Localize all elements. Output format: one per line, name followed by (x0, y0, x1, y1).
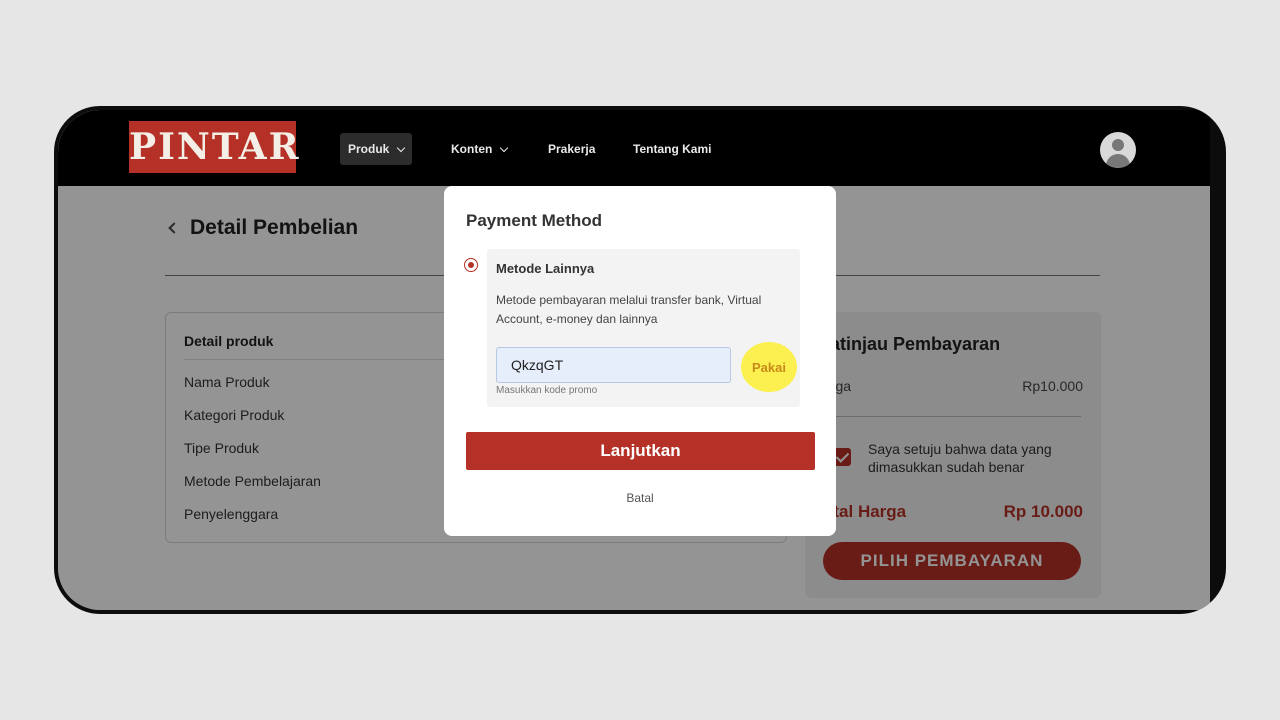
nav-konten-label: Konten (451, 142, 493, 156)
method-radio[interactable] (464, 258, 478, 272)
method-description: Metode pembayaran melalui transfer bank,… (496, 293, 762, 326)
nav-prakerja-label: Prakerja (548, 142, 596, 156)
promo-code-input[interactable] (496, 347, 731, 383)
nav-produk-label: Produk (348, 142, 390, 156)
promo-hint: Masukkan kode promo (496, 385, 598, 396)
cancel-link[interactable]: Batal (444, 491, 836, 505)
continue-button[interactable]: Lanjutkan (466, 432, 815, 470)
nav-tentang-kami[interactable]: Tentang Kami (633, 133, 711, 165)
pintar-logo[interactable]: PINTAR (129, 121, 299, 173)
apply-promo-button[interactable]: Pakai (741, 342, 797, 392)
nav-konten[interactable]: Konten (451, 133, 509, 165)
avatar-head (1112, 139, 1124, 151)
nav-produk[interactable]: Produk (340, 133, 413, 165)
avatar-body (1106, 154, 1130, 168)
chevron-down-icon (397, 143, 406, 152)
navbar: PINTAR Produk Konten Prakerja Tentang Ka… (58, 110, 1210, 186)
modal-title: Payment Method (466, 211, 603, 230)
nav-tentang-kami-label: Tentang Kami (633, 142, 712, 156)
chevron-down-icon (500, 143, 509, 152)
nav-prakerja[interactable]: Prakerja (548, 133, 595, 165)
payment-option[interactable]: Metode Lainnya Metode pembayaran melalui… (487, 249, 800, 407)
payment-method-modal: Payment Method Metode Lainnya Metode pem… (444, 186, 836, 536)
method-title: Metode Lainnya (496, 261, 595, 276)
user-avatar-icon[interactable] (1100, 132, 1136, 168)
